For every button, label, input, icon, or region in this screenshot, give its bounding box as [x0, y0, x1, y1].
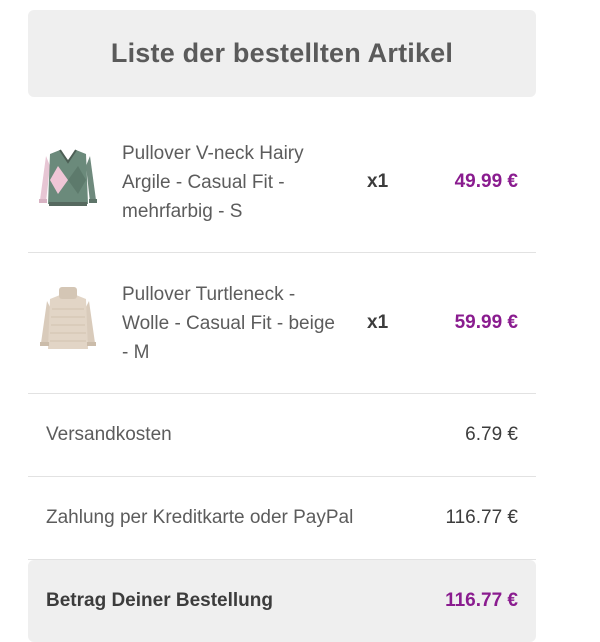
- item-price: 49.99 €: [454, 171, 518, 192]
- order-list-title: Liste der bestellten Artikel: [110, 38, 454, 68]
- payment-label: Zahlung per Kreditkarte oder PayPal: [46, 507, 354, 528]
- order-summary: Liste der bestellten Artikel Pullover V-…: [28, 10, 536, 642]
- shipping-cost-row: Versandkosten 6.79 €: [28, 394, 536, 477]
- item-name: Pullover Turtleneck - Wolle - Casual Fit…: [122, 283, 335, 363]
- order-list-header: Liste der bestellten Artikel: [28, 10, 536, 97]
- green-pink-argyle-sweater-image: [39, 149, 97, 206]
- order-item-row: Pullover Turtleneck - Wolle - Casual Fit…: [28, 253, 536, 394]
- item-quantity: x1: [367, 171, 389, 192]
- item-price: 59.99 €: [454, 312, 518, 333]
- order-total-row: Betrag Deiner Bestellung 116.77 €: [28, 560, 536, 642]
- shipping-cost-label: Versandkosten: [46, 424, 172, 445]
- order-total-value: 116.77 €: [445, 590, 518, 611]
- item-quantity: x1: [367, 312, 389, 333]
- payment-row: Zahlung per Kreditkarte oder PayPal 116.…: [28, 477, 536, 560]
- shipping-cost-value: 6.79 €: [465, 424, 518, 445]
- payment-value: 116.77 €: [445, 507, 518, 528]
- beige-turtleneck-sweater-image: [40, 287, 96, 349]
- item-name: Pullover V-neck Hairy Argile - Casual Fi…: [122, 142, 304, 222]
- order-item-row: Pullover V-neck Hairy Argile - Casual Fi…: [28, 112, 536, 253]
- order-total-label: Betrag Deiner Bestellung: [46, 590, 273, 611]
